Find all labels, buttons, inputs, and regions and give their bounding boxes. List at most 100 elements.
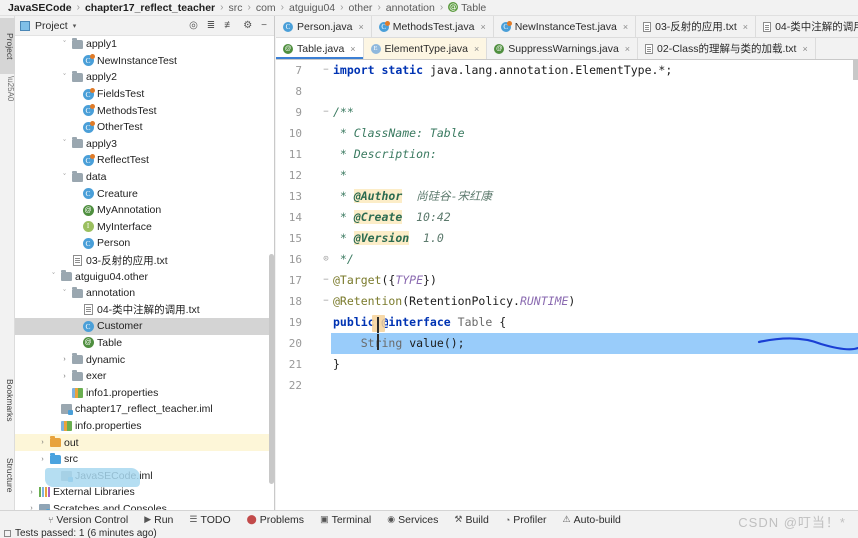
editor-tab[interactable]: E ElementType.java × [363,38,488,59]
code-line[interactable]: 17 − @Target({TYPE}) [276,270,858,291]
bottom-tool-services[interactable]: ◉ Services [379,514,446,526]
breadcrumb-item-atguigu04[interactable]: atguigu04 [285,2,339,14]
breadcrumb-item-com[interactable]: com [252,2,280,14]
chevron-right-icon[interactable]: › [70,339,81,346]
chevron-right-icon[interactable]: › [70,223,81,230]
tree-row[interactable]: › 03-反射的应用.txt [15,252,274,269]
tree-row[interactable]: › info.properties [15,418,274,435]
editor-tab[interactable]: C MethodsTest.java × [371,16,494,37]
bottom-tool-build[interactable]: ⚒ Build [446,514,496,526]
breadcrumb-item-annotation[interactable]: annotation [382,2,439,14]
tree-row[interactable]: ›@Table [15,335,274,352]
code-editor[interactable]: 7− import static java.lang.annotation.Ele… [276,60,858,510]
fold-icon[interactable]: − [321,60,331,81]
tree-row[interactable]: › chapter17_reflect_teacher.iml [15,401,274,418]
collapse-icon[interactable]: ≣ [205,20,217,31]
chevron-down-icon[interactable]: ˇ [59,140,70,147]
close-icon[interactable]: × [350,44,355,54]
chevron-right-icon[interactable]: › [70,157,81,164]
code-line[interactable]: 14 * @Create 10:42 [276,207,858,228]
chevron-right-icon[interactable]: › [37,456,48,463]
close-icon[interactable]: × [743,22,748,32]
tree-row[interactable]: ›IMyInterface [15,219,274,236]
chevron-right-icon[interactable]: › [70,306,81,313]
tree-row[interactable]: ›@MyAnnotation [15,202,274,219]
target-icon[interactable]: ◎ [187,20,200,31]
bottom-tool-run[interactable]: ▶ Run [136,514,181,526]
code-line[interactable]: 21} [276,354,858,375]
editor-tab[interactable]: 03-反射的应用.txt × [636,16,757,37]
editor-scrollbar[interactable] [853,60,858,80]
chevron-right-icon[interactable]: › [70,107,81,114]
breadcrumb-item-src[interactable]: src [224,2,246,14]
chevron-right-icon[interactable]: › [59,356,70,363]
code-line[interactable]: 13 * @Author 尚硅谷-宋红康 [276,186,858,207]
bottom-tool-auto-build[interactable]: ⚠ Auto-build [555,514,629,526]
tree-row[interactable]: › 04-类中注解的调用.txt [15,302,274,319]
chevron-right-icon[interactable]: › [59,257,70,264]
code-line[interactable]: 18 − @Retention(RetentionPolicy.RUNTIME) [276,291,858,312]
chevron-right-icon[interactable]: › [37,439,48,446]
tree-scrollbar[interactable] [269,254,274,484]
chevron-right-icon[interactable]: › [59,389,70,396]
editor-tab[interactable]: C Person.java × [276,16,372,37]
editor-tab[interactable]: @ Table.java × [276,38,364,59]
tree-row[interactable]: ›CReflectTest [15,152,274,169]
close-icon[interactable]: × [802,44,807,54]
chevron-right-icon[interactable]: › [48,406,59,413]
tree-row[interactable]: › src [15,451,274,468]
tree-row[interactable]: ›CMethodsTest [15,102,274,119]
chevron-right-icon[interactable]: › [70,124,81,131]
fold-icon[interactable]: − [321,291,331,312]
tree-row[interactable]: › info1.properties [15,384,274,401]
chevron-right-icon[interactable]: › [70,240,81,247]
editor-tabs-row-2[interactable]: @ Table.java × E ElementType.java × @ SuppressW… [276,38,858,60]
chevron-right-icon[interactable]: › [59,373,70,380]
fold-icon[interactable]: − [321,270,331,291]
close-icon[interactable]: × [623,22,628,32]
fold-icon[interactable]: ⊙ [321,249,331,270]
rail-item-bookmarks[interactable]: Bookmarks [0,364,15,436]
minimize-icon[interactable]: − [259,20,269,31]
editor-tabs-row-1[interactable]: C Person.java × C MethodsTest.java × C NewInsta… [276,16,858,38]
tree-row[interactable]: ›CCreature [15,185,274,202]
code-line[interactable]: 19 public @interface Table { [276,312,858,333]
close-icon[interactable]: × [625,44,630,54]
rail-item-project[interactable]: Project [0,18,15,74]
code-line[interactable]: 15 * @Version 1.0 [276,228,858,249]
chevron-right-icon[interactable]: › [48,422,59,429]
chevron-down-icon[interactable]: ˇ [59,74,70,81]
tree-row[interactable]: ›COtherTest [15,119,274,136]
close-icon[interactable]: × [474,44,479,54]
editor-tab[interactable]: @ SuppressWarnings.java × [487,38,639,59]
editor-tab[interactable]: 04-类中注解的调用.txt× [756,16,858,37]
chevron-right-icon[interactable]: › [26,489,37,496]
editor-tab[interactable]: 02-Class的理解与类的加载.txt × [638,38,816,59]
rail-item-structure[interactable]: Structure [0,442,15,508]
bottom-tool-version-control[interactable]: ⑂ Version Control [40,514,136,526]
code-line[interactable]: 10 * ClassName: Table [276,123,858,144]
code-line[interactable]: 16 ⊙ */ [276,249,858,270]
bottom-tool-terminal[interactable]: ▣ Terminal [312,514,379,526]
tree-row[interactable]: ›CFieldsTest [15,86,274,103]
code-line[interactable]: 7 − import static java.lang.annotation.Ele… [276,60,858,81]
breadcrumb-item-project[interactable]: JavaSECode [4,2,76,14]
chevron-down-icon[interactable]: ▾ [73,22,77,30]
breadcrumb-item-table[interactable]: Table [444,1,490,14]
tree-row[interactable]: ›CNewInstanceTest [15,53,274,70]
tree-row[interactable]: ˇ data [15,169,274,186]
chevron-down-icon[interactable]: ˇ [59,290,70,297]
tree-row[interactable]: › Scratches and Consoles [15,501,274,510]
chevron-right-icon[interactable]: › [70,91,81,98]
breadcrumb-item-other[interactable]: other [345,2,377,14]
code-line[interactable]: 22 [276,375,858,396]
code-line[interactable]: 12 * [276,165,858,186]
chevron-right-icon[interactable]: › [70,207,81,214]
tree-row[interactable]: › exer [15,368,274,385]
code-line[interactable]: 11 * Description: [276,144,858,165]
tree-row[interactable]: ˇ apply3 [15,136,274,153]
chevron-down-icon[interactable]: ˇ [59,41,70,48]
tree-row[interactable]: ˇ apply2 [15,69,274,86]
chevron-down-icon[interactable]: ˇ [48,273,59,280]
tree-row[interactable]: › out [15,434,274,451]
